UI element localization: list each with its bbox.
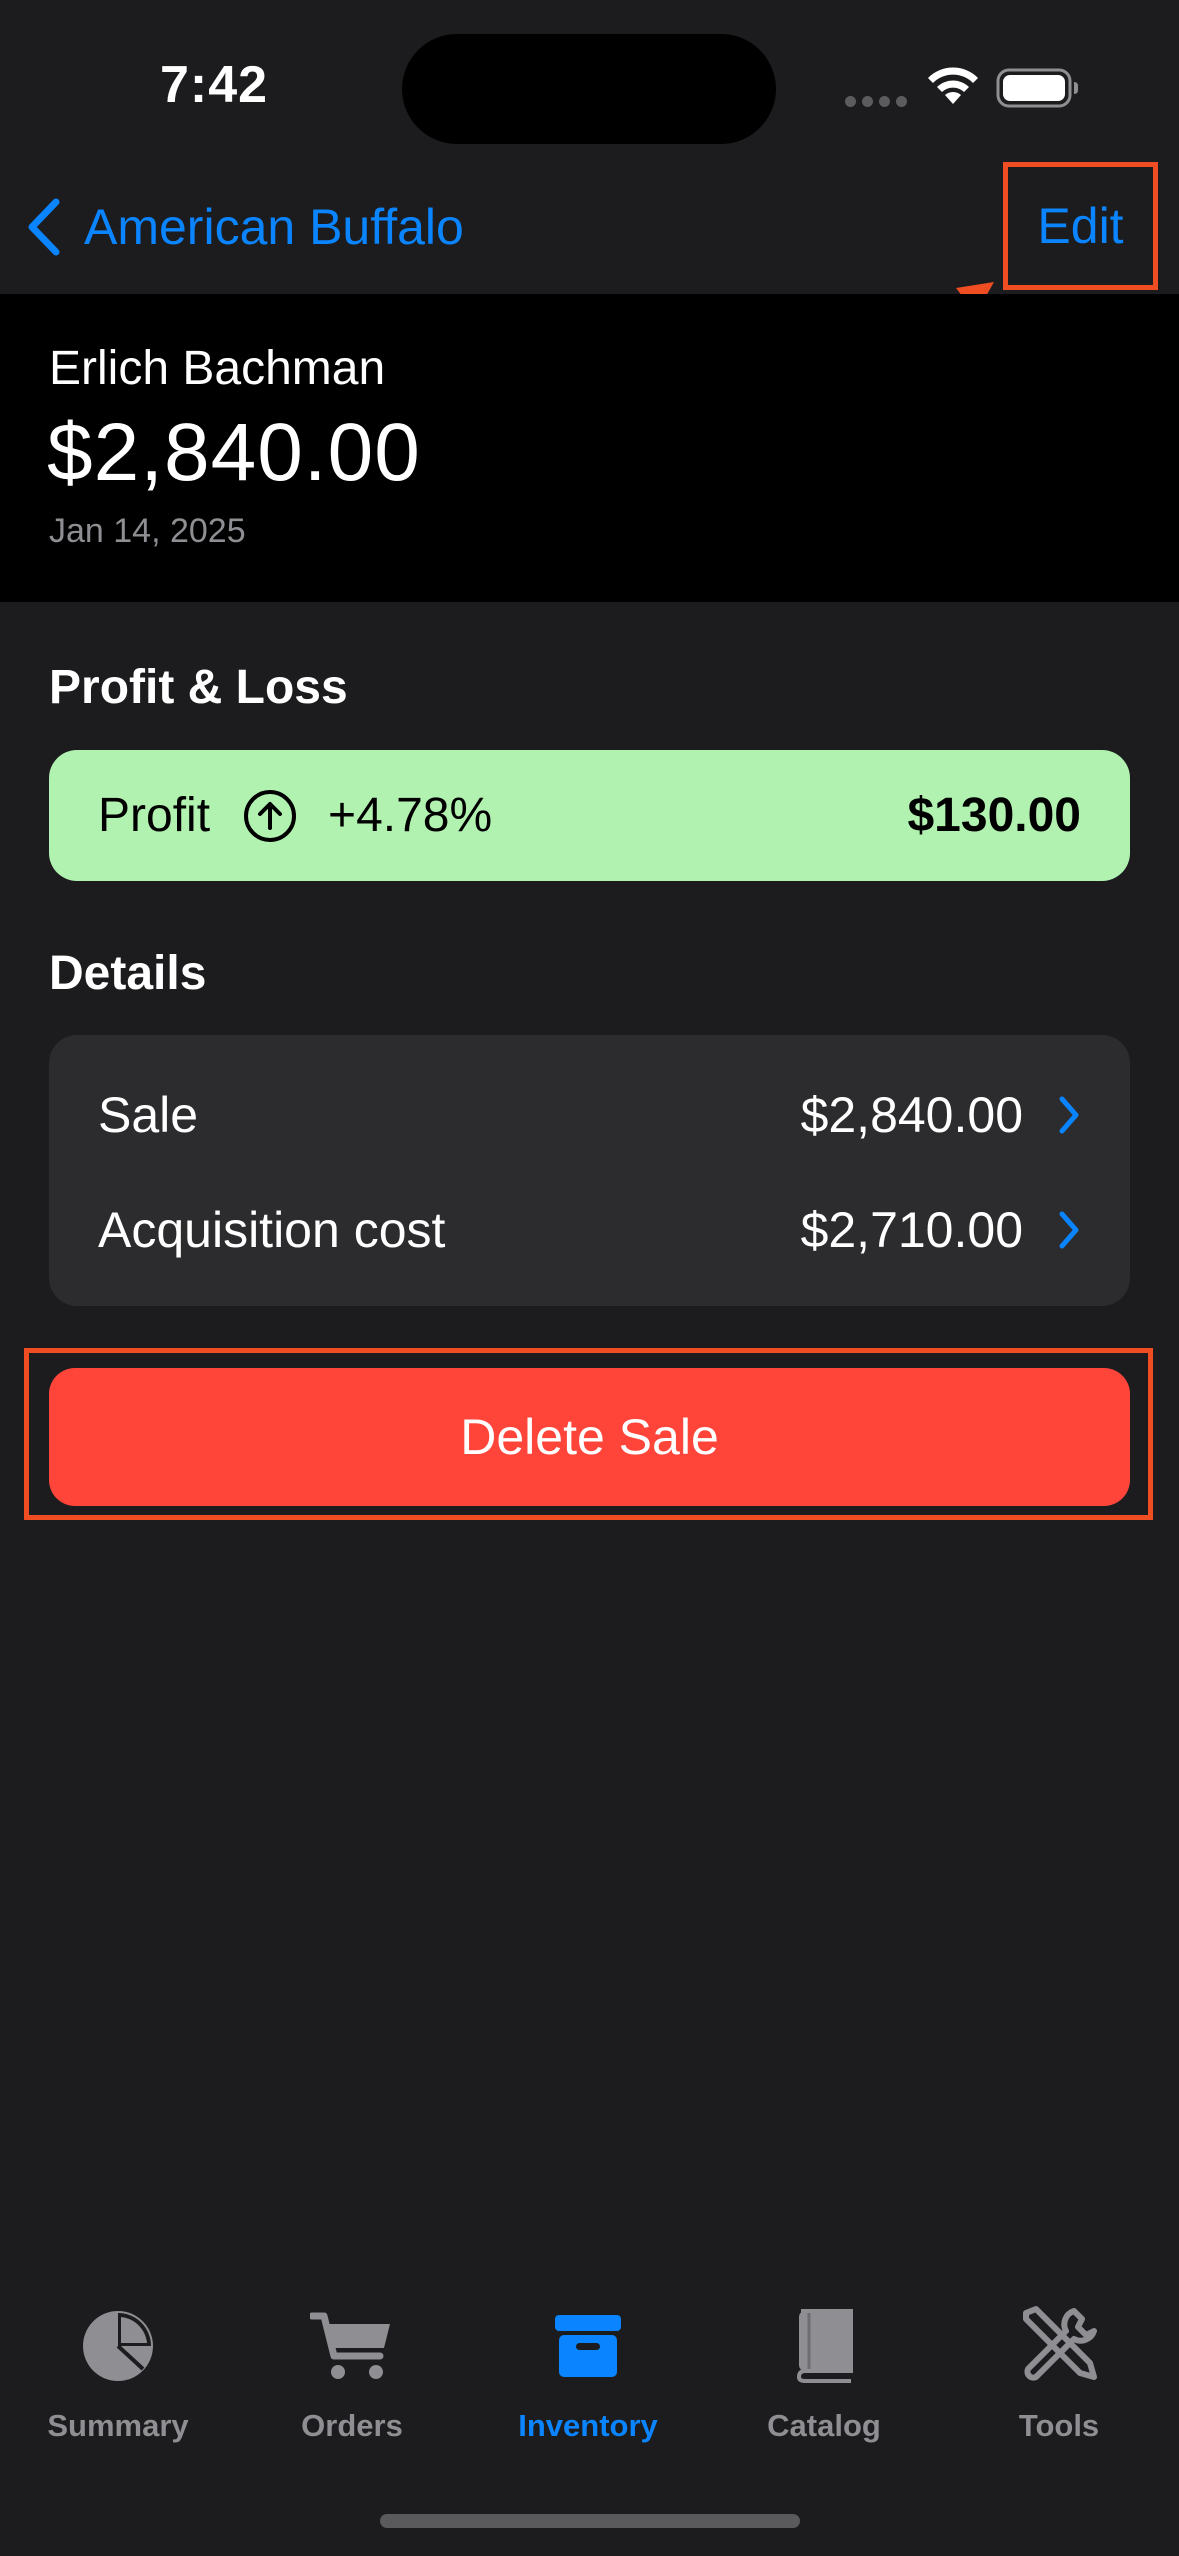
tab-inventory[interactable]: Inventory: [470, 2300, 706, 2444]
arrow-up-circle-icon: [242, 788, 298, 844]
customer-name: Erlich Bachman: [49, 342, 386, 395]
cellular-signal-icon: [845, 96, 907, 107]
detail-value: $2,710.00: [800, 1201, 1023, 1258]
delete-sale-button[interactable]: Delete Sale: [49, 1368, 1130, 1506]
chevron-right-icon: [1057, 1210, 1081, 1250]
detail-row-sale[interactable]: Sale $2,840.00: [49, 1057, 1130, 1172]
cart-icon: [310, 2300, 394, 2392]
back-button[interactable]: American Buffalo: [24, 190, 464, 264]
tab-orders[interactable]: Orders: [234, 2300, 470, 2444]
edit-button-label: Edit: [1037, 198, 1124, 254]
status-time: 7:42: [160, 56, 269, 114]
tab-label: Tools: [1018, 2408, 1100, 2443]
chevron-right-icon: [1057, 1095, 1081, 1135]
tab-label: Catalog: [767, 2408, 881, 2443]
tab-summary[interactable]: Summary: [0, 2300, 236, 2444]
dynamic-island: [402, 34, 776, 144]
details-title: Details: [49, 947, 207, 1000]
detail-row-acquisition-cost[interactable]: Acquisition cost $2,710.00: [49, 1172, 1130, 1287]
book-icon: [793, 2300, 855, 2392]
profit-loss-title: Profit & Loss: [49, 661, 348, 714]
tab-label: Summary: [47, 2408, 189, 2443]
tab-tools[interactable]: Tools: [941, 2300, 1177, 2444]
sale-date: Jan 14, 2025: [49, 512, 246, 550]
tools-icon: [1018, 2300, 1100, 2392]
profit-label: Profit: [98, 789, 211, 842]
profit-value: $130.00: [907, 789, 1081, 842]
details-card: Sale $2,840.00 Acquisition cost $2,710.0…: [49, 1035, 1130, 1306]
pie-chart-icon: [81, 2300, 155, 2392]
detail-label: Acquisition cost: [98, 1201, 446, 1258]
edit-button[interactable]: Edit: [1003, 162, 1158, 290]
tab-catalog[interactable]: Catalog: [706, 2300, 942, 2444]
profit-percent: +4.78%: [328, 789, 493, 842]
delete-sale-label: Delete Sale: [460, 1409, 719, 1465]
profit-card: Profit +4.78% $130.00: [49, 750, 1130, 881]
detail-label: Sale: [98, 1086, 199, 1143]
sale-amount: $2,840.00: [47, 407, 421, 498]
wifi-icon: [928, 67, 978, 104]
screen: 7:42 American Buffalo Edit Erlich Bachma…: [0, 0, 1179, 2556]
chevron-left-icon: [28, 198, 60, 256]
archive-box-icon: [553, 2300, 623, 2392]
tab-bar: Summary Orders Inventory Catalog Tools: [0, 2300, 1179, 2480]
tab-label: Inventory: [518, 2408, 658, 2443]
sale-header: Erlich Bachman $2,840.00 Jan 14, 2025: [0, 294, 1179, 602]
home-indicator: [380, 2514, 800, 2528]
back-button-label: American Buffalo: [84, 199, 464, 255]
tab-label: Orders: [301, 2408, 403, 2443]
detail-value: $2,840.00: [800, 1086, 1023, 1143]
battery-icon: [996, 68, 1078, 108]
